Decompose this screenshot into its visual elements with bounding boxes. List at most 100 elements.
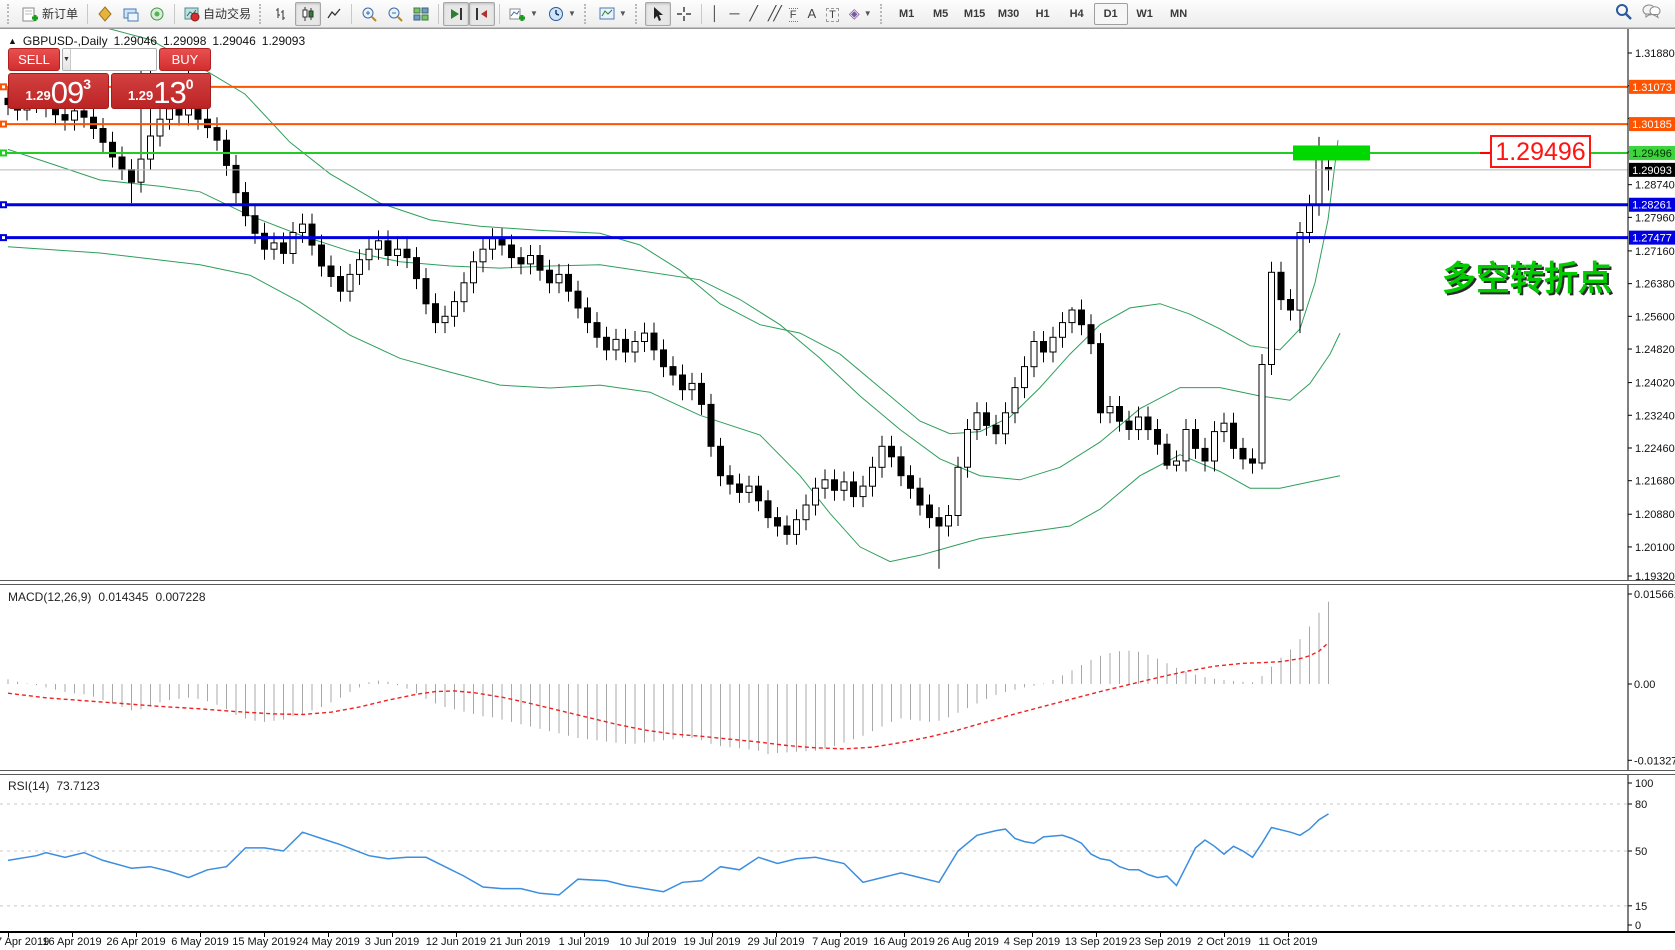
dropdown-arrow-icon[interactable]: ▼ xyxy=(864,9,872,18)
dropdown-arrow-icon[interactable]: ▼ xyxy=(619,9,627,18)
candle-body xyxy=(898,457,904,476)
search-icon[interactable] xyxy=(1615,3,1632,25)
time-axis-label: 2 Oct 2019 xyxy=(1197,936,1251,948)
candle-body xyxy=(832,480,838,491)
zoom-in-button[interactable] xyxy=(356,2,382,26)
price-tag-label: 1.29496 xyxy=(1632,148,1672,160)
candle-body xyxy=(290,233,296,254)
line-chart-button[interactable] xyxy=(321,2,347,26)
macd-plot-background[interactable] xyxy=(0,585,1675,770)
auto-scroll-icon xyxy=(448,6,464,22)
candle-body xyxy=(1288,300,1294,311)
toolbar-grip[interactable] xyxy=(635,4,642,24)
zoom-out-button[interactable] xyxy=(382,2,408,26)
text-label-tool[interactable]: T xyxy=(821,2,844,26)
candle-body xyxy=(528,256,534,264)
price-plot-background[interactable] xyxy=(0,29,1675,580)
auto-trading-button[interactable]: 自动交易 xyxy=(179,2,256,26)
timeframe-h4-button[interactable]: H4 xyxy=(1060,3,1094,25)
templates-button[interactable]: ▼ xyxy=(594,2,632,26)
timeframe-d1-button[interactable]: D1 xyxy=(1094,3,1128,25)
signals-button[interactable] xyxy=(144,2,170,26)
price-axis-label: 1.28740 xyxy=(1635,180,1675,192)
macd-pane[interactable]: 0.0156610.00-0.013276 xyxy=(0,585,1675,770)
candle-body xyxy=(1136,417,1142,430)
timeframe-h1-button[interactable]: H1 xyxy=(1026,3,1060,25)
buy-button[interactable]: BUY xyxy=(159,48,211,71)
candle-body xyxy=(1107,407,1113,413)
candle-body xyxy=(138,159,144,182)
collapse-marker-icon[interactable]: ▲ xyxy=(8,36,17,46)
candle-body xyxy=(376,241,382,249)
zoom-in-icon xyxy=(361,6,377,22)
auto-scroll-button[interactable] xyxy=(443,2,469,26)
candle-body xyxy=(689,383,695,389)
sell-price-quote[interactable]: 1.29 09 3 xyxy=(8,73,109,109)
label-icon: T xyxy=(826,7,839,21)
candle-body xyxy=(62,115,68,121)
candle-body xyxy=(452,302,458,317)
toolbar-button-label: 新订单 xyxy=(42,5,78,22)
time-axis-label: 6 May 2019 xyxy=(171,936,228,948)
highlight-rectangle[interactable] xyxy=(1293,145,1370,160)
cursor-tool-button[interactable] xyxy=(645,2,671,26)
toolbar-separator xyxy=(351,4,352,24)
dropdown-arrow-icon[interactable]: ▼ xyxy=(568,9,576,18)
chart-shift-button[interactable] xyxy=(469,2,495,26)
candle-body xyxy=(651,333,657,350)
new-order-button[interactable]: 新订单 xyxy=(17,2,83,26)
price-tag-label: 1.28261 xyxy=(1632,200,1672,212)
candlestick-chart-button[interactable] xyxy=(295,2,321,26)
fibonacci-tool[interactable]: F xyxy=(784,2,803,26)
toolbar-grip[interactable] xyxy=(259,4,266,24)
rsi-plot-background[interactable] xyxy=(0,775,1675,932)
buy-price-small: 1.29 xyxy=(128,88,153,103)
candle-body xyxy=(746,486,752,492)
vertical-line-tool[interactable]: │ xyxy=(706,2,725,26)
text-tool[interactable]: A xyxy=(803,2,822,26)
volume-decrease-button[interactable]: ▼ xyxy=(63,49,71,70)
sell-button[interactable]: SELL xyxy=(8,48,60,71)
candle-body xyxy=(822,480,828,488)
candle-body xyxy=(1098,344,1104,413)
timeframe-m30-button[interactable]: M30 xyxy=(992,3,1026,25)
time-axis[interactable]: 7 Apr 201916 Apr 201926 Apr 20196 May 20… xyxy=(0,932,1675,950)
arrows-tool[interactable]: ◈▼ xyxy=(844,2,877,26)
tile-windows-button[interactable] xyxy=(408,2,434,26)
candle-body xyxy=(518,258,524,264)
crosshair-tool-button[interactable] xyxy=(671,2,697,26)
data-window-button[interactable] xyxy=(118,2,144,26)
bar-chart-button[interactable] xyxy=(269,2,295,26)
candle-body xyxy=(993,425,999,433)
text-icon: A xyxy=(808,7,817,21)
time-axis-label: 23 Sep 2019 xyxy=(1129,936,1191,948)
pane-splitter[interactable] xyxy=(0,580,1675,585)
candle-body xyxy=(566,274,572,291)
buy-price-quote[interactable]: 1.29 13 0 xyxy=(111,73,212,109)
volume-input[interactable] xyxy=(71,49,157,70)
rsi-pane[interactable]: 1008050150 xyxy=(0,775,1675,932)
toolbar-separator xyxy=(701,4,702,24)
time-axis-label: 19 Jul 2019 xyxy=(684,936,741,948)
timeframe-mn-button[interactable]: MN xyxy=(1162,3,1196,25)
equidistant-channel-tool[interactable]: ╱╱ xyxy=(763,2,784,26)
horizontal-line-tool[interactable]: ─ xyxy=(725,2,745,26)
timeframe-m5-button[interactable]: M5 xyxy=(924,3,958,25)
toolbar-grip[interactable] xyxy=(584,4,591,24)
toolbar-grip[interactable] xyxy=(7,4,14,24)
periods-button[interactable]: ▼ xyxy=(543,2,581,26)
candle-body xyxy=(594,323,600,338)
chart-annotation-text[interactable]: 多空转折点 xyxy=(1442,260,1612,298)
community-chat-icon[interactable] xyxy=(1642,3,1661,24)
timeframe-m1-button[interactable]: M1 xyxy=(890,3,924,25)
dropdown-arrow-icon[interactable]: ▼ xyxy=(530,9,538,18)
trendline-tool[interactable]: ╱ xyxy=(744,2,762,26)
market-watch-button[interactable] xyxy=(92,2,118,26)
timeframe-m15-button[interactable]: M15 xyxy=(958,3,992,25)
price-chart-pane[interactable]: 1.29496多空转折点多空转折点1.318801.287401.279601.… xyxy=(0,29,1675,580)
pane-splitter-2[interactable] xyxy=(0,770,1675,775)
price-axis-label: 1.19320 xyxy=(1635,571,1675,580)
timeframe-w1-button[interactable]: W1 xyxy=(1128,3,1162,25)
indicators-button[interactable]: ▼ xyxy=(504,2,543,26)
macd-label: MACD(12,26,9)0.0143450.007228 xyxy=(8,590,206,604)
